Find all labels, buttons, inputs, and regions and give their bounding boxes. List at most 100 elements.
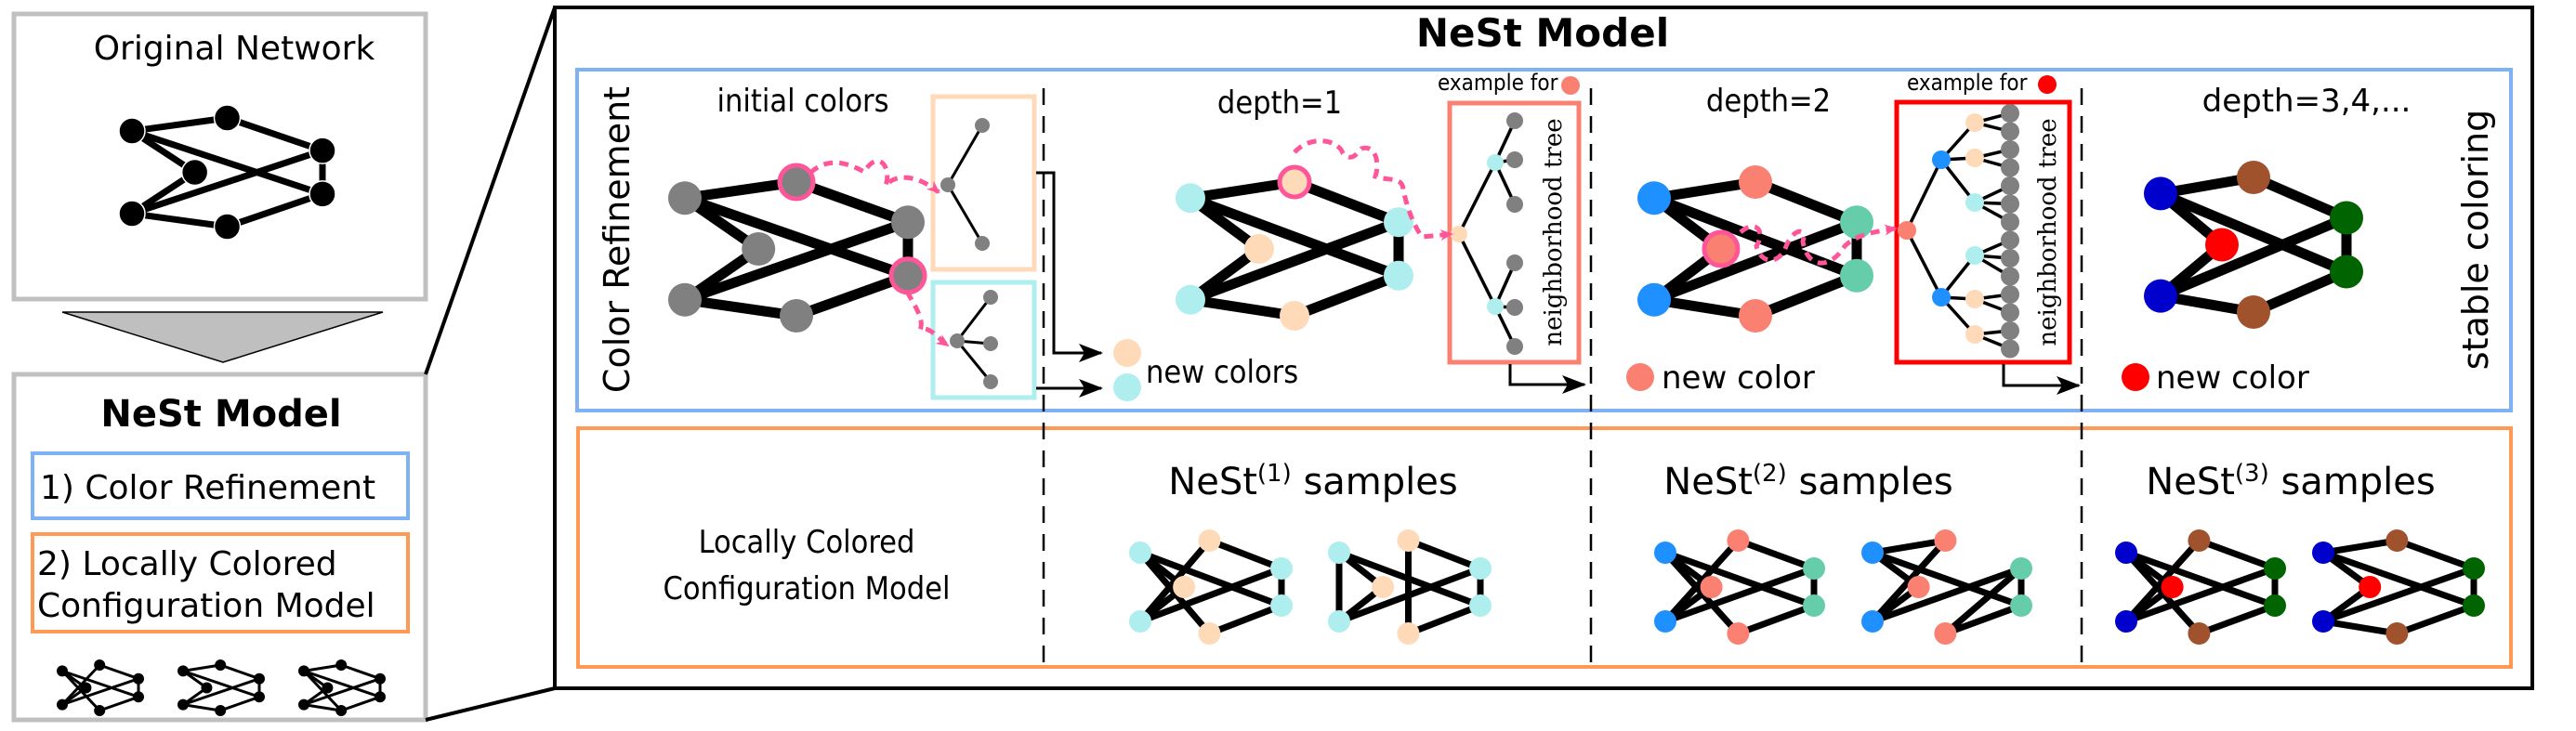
graph-node-c <box>2359 576 2382 598</box>
tree-node <box>975 118 990 133</box>
graph-node-c <box>1173 576 1196 598</box>
tree-node <box>2001 267 2019 286</box>
tree-node <box>1506 255 1523 271</box>
graph-node-c <box>742 232 776 266</box>
graph-node-d <box>668 282 702 317</box>
graph-node-d <box>2312 610 2334 633</box>
example-for-label-depth2: example for <box>1907 70 2028 96</box>
graph-node-d <box>1861 610 1884 633</box>
graph-node-g <box>309 180 336 208</box>
sample-title-suffix: samples <box>2269 461 2436 503</box>
tree-node <box>2001 303 2019 322</box>
header-initial-colors: initial colors <box>716 83 888 120</box>
graph-node-a <box>2312 542 2334 564</box>
graph-node-f <box>1469 557 1492 580</box>
graph-node-e <box>213 213 242 241</box>
tree-node <box>1487 298 1504 315</box>
graph-node-f <box>254 672 265 685</box>
step-lccm-label-line2: Configuration Model <box>37 587 375 625</box>
sample-title-superscript: (1) <box>1257 460 1292 488</box>
example-color-swatch-depth1 <box>1561 76 1580 95</box>
graph-node-d <box>1637 282 1671 317</box>
example-for-label-depth1: example for <box>1438 70 1558 96</box>
tree-node <box>2001 140 2019 159</box>
tree-node <box>1506 112 1523 129</box>
tree-node <box>983 290 998 305</box>
graph-node-g <box>2463 594 2485 617</box>
main-title: NeSt Model <box>1416 10 1669 56</box>
nest-model-summary-title: NeSt Model <box>100 393 341 436</box>
graph-node-e <box>1934 622 1957 645</box>
graph-node-b <box>335 659 348 671</box>
graph-node-a <box>2115 542 2137 564</box>
stable-coloring-vertical-label: stable coloring <box>2455 110 2496 370</box>
graph-node-a <box>668 181 702 215</box>
graph-node-b <box>2188 529 2211 552</box>
tree-node <box>1965 149 1984 167</box>
graph-node-b <box>2385 529 2409 552</box>
graph-node-d <box>298 698 309 711</box>
header-depth-1: depth=1 <box>1217 85 1342 122</box>
graph-node-e <box>1280 301 1309 331</box>
graph-node-e <box>2188 622 2211 645</box>
tree-node <box>2001 285 2019 304</box>
graph-node-c <box>1243 234 1274 264</box>
graph-node-g <box>1840 258 1873 293</box>
tree-node <box>983 374 998 389</box>
graph-node-d <box>2115 610 2137 633</box>
sample-title-1: NeSt(1) samples <box>1168 460 1457 503</box>
tree-node <box>1506 338 1523 355</box>
legend-swatch-cyan <box>1113 373 1141 401</box>
lccm-label-line2: Configuration Model <box>663 570 950 607</box>
graph-node-g <box>1270 594 1293 617</box>
tree-node <box>2001 321 2019 340</box>
tree-node <box>1932 288 1951 307</box>
graph-node-f <box>133 672 144 685</box>
step-color-refinement-label: 1) Color Refinement <box>40 469 375 507</box>
original-network-title: Original Network <box>94 30 375 68</box>
graph-node-c <box>322 682 334 694</box>
graph-node-a <box>298 665 309 677</box>
graph-node-b <box>1397 529 1420 552</box>
graph-node-a <box>1176 183 1205 214</box>
graph-node-a <box>177 665 189 677</box>
graph-node-b <box>1727 529 1750 552</box>
graph-node-g <box>375 691 386 703</box>
graph-node-g <box>2010 594 2032 617</box>
sample-title-suffix: samples <box>1787 461 1953 503</box>
legend-swatch-salmon <box>1626 363 1654 391</box>
tree-node <box>2001 339 2019 359</box>
header-depth-3-plus: depth=3,4,... <box>2202 83 2412 120</box>
graph-node-c <box>1907 576 1930 598</box>
tree-node <box>1932 150 1951 169</box>
graph-node-g <box>1803 594 1825 617</box>
graph-node-c <box>2161 576 2184 598</box>
graph-node-c <box>80 682 92 694</box>
graph-node-f <box>309 137 336 164</box>
nest-model-summary-panel: NeSt Model 1) Color Refinement 2) Locall… <box>11 372 428 723</box>
graph-node-d <box>1328 610 1350 633</box>
graph-node-e <box>1739 299 1772 333</box>
sample-title-prefix: NeSt <box>2146 461 2235 503</box>
sample-title-3: NeSt(3) samples <box>2146 460 2435 503</box>
sample-title-superscript: (3) <box>2235 460 2269 488</box>
tree-node <box>2001 104 2019 123</box>
graph-node-f <box>1270 557 1293 580</box>
graph-node-d <box>1176 284 1205 315</box>
graph-node-c <box>1372 576 1395 598</box>
legend-swatch-peach <box>1113 339 1141 367</box>
down-arrow-icon <box>61 311 384 363</box>
tree-node <box>983 336 998 351</box>
graph-node-f <box>891 205 925 240</box>
graph-node-g <box>1469 594 1492 617</box>
step-lccm-label-line1: 2) Locally Colored <box>37 545 337 583</box>
legend-new-color-depth1: new color <box>1662 359 1815 397</box>
tree-node <box>1965 113 1984 132</box>
tree-node <box>2001 176 2019 195</box>
lccm-label-line1: Locally Colored <box>699 524 915 561</box>
graph-node-a <box>1654 542 1676 564</box>
tree-node <box>950 333 965 348</box>
sample-title-2: NeSt(2) samples <box>1663 460 1952 503</box>
graph-node-e <box>335 705 348 716</box>
graph-node-c <box>180 158 209 187</box>
